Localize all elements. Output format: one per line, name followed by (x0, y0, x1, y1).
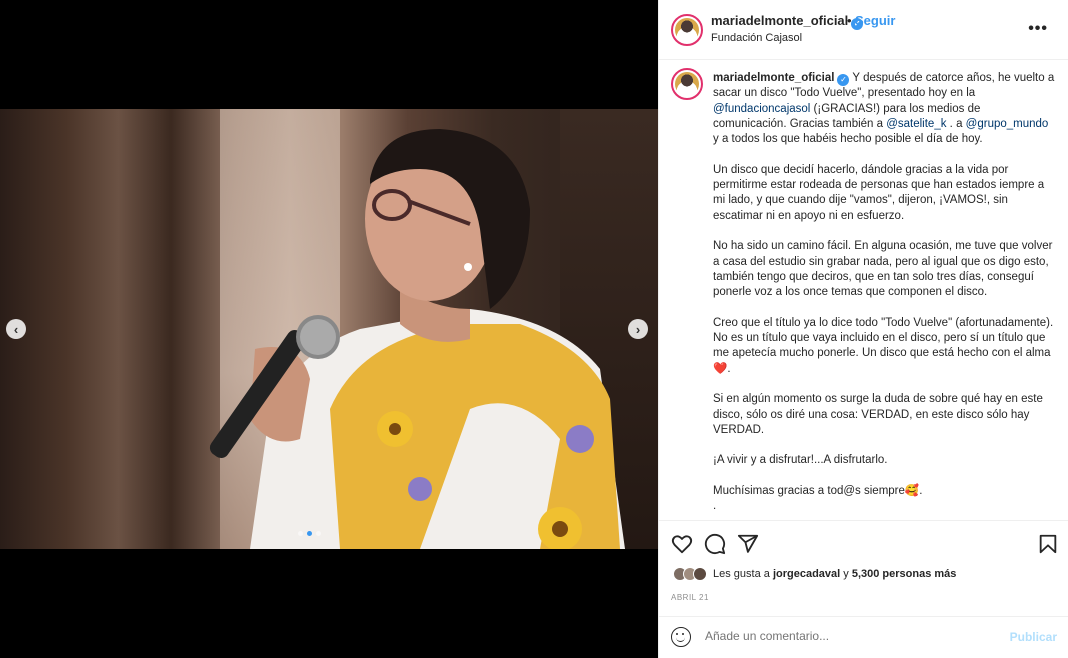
publish-button[interactable]: Publicar (1010, 630, 1057, 644)
bookmark-icon[interactable] (1037, 533, 1059, 555)
carousel-dot (298, 531, 303, 536)
carousel-dot (316, 531, 321, 536)
caption-paragraph: . . (713, 500, 717, 520)
post-caption: mariadelmonte_oficial ✓ Y después de cato… (659, 60, 1068, 520)
mention-link[interactable]: @fundacioncajasol (713, 103, 810, 115)
post-header: mariadelmonte_oficial ✓ • Seguir Fundació… (659, 0, 1068, 60)
comment-bar: Publicar (659, 616, 1068, 658)
post-photo (0, 109, 658, 549)
mention-link[interactable]: @grupo_mundo (966, 118, 1049, 130)
caption-paragraph: Muchísimas gracias a tod@s siempre🥰. (713, 485, 923, 498)
likes-summary: Les gusta a jorgecadaval y 5,300 persona… (673, 567, 956, 581)
chevron-right-icon: › (635, 321, 641, 337)
follow-button[interactable]: Seguir (855, 13, 895, 28)
verified-badge-icon: ✓ (837, 74, 850, 86)
carousel-dot-active (307, 531, 312, 536)
caption-username[interactable]: mariadelmonte_oficial (713, 72, 834, 84)
likes-text[interactable]: Les gusta a jorgecadaval y 5,300 persona… (713, 568, 956, 580)
caption-paragraph: Creo que el título ya lo dice todo "Todo… (713, 316, 1057, 375)
author-username[interactable]: mariadelmonte_oficial ✓ (711, 13, 864, 30)
caption-paragraph: Un disco que decidí hacerlo, dándole gra… (713, 163, 1048, 222)
separator-dot: • (847, 13, 852, 28)
liker-avatar (693, 567, 707, 581)
share-icon[interactable] (737, 533, 759, 555)
caption-author-avatar[interactable] (671, 68, 703, 100)
post-actions (659, 520, 1068, 564)
post-side-panel: mariadelmonte_oficial ✓ • Seguir Fundació… (658, 0, 1068, 658)
chevron-left-icon: ‹ (13, 321, 19, 337)
caption-paragraph: ¡A vivir y a disfrutar!...A disfrutarlo. (713, 454, 888, 467)
likes-count[interactable]: 5,300 personas más (852, 568, 957, 580)
caption-paragraph: No ha sido un camino fácil. En alguna oc… (713, 240, 1056, 299)
heart-icon[interactable] (671, 533, 693, 555)
author-avatar[interactable] (671, 14, 703, 46)
comment-icon[interactable] (704, 533, 726, 555)
mention-link[interactable]: @satelite_k (886, 118, 946, 130)
comment-input[interactable] (705, 629, 985, 643)
more-options-icon[interactable]: ••• (1028, 20, 1048, 38)
post-location[interactable]: Fundación Cajasol (711, 32, 802, 44)
liker-username[interactable]: jorgecadaval (773, 568, 840, 580)
caption-paragraph: Si en algún momento os surge la duda de … (713, 393, 1047, 436)
caption-text: mariadelmonte_oficial ✓ Y después de cato… (713, 71, 1057, 520)
carousel-next-button[interactable]: › (628, 319, 648, 339)
carousel-indicators (298, 531, 321, 536)
post-media: ‹ › (0, 0, 658, 658)
singer-with-microphone-image (209, 129, 625, 549)
emoji-icon[interactable] (671, 627, 691, 647)
post-date[interactable]: ABRIL 21 (671, 593, 709, 602)
carousel-prev-button[interactable]: ‹ (6, 319, 26, 339)
